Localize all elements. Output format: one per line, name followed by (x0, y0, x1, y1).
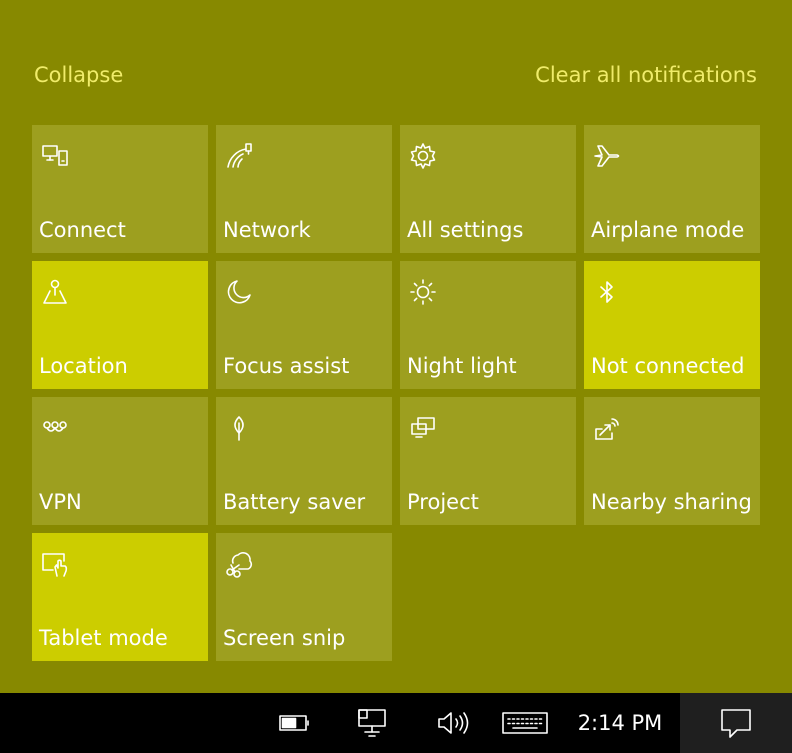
tile-connect[interactable]: Connect (32, 125, 208, 253)
taskbar-clock[interactable]: 2:14 PM (568, 707, 672, 739)
notification-center-button[interactable] (680, 693, 792, 753)
tile-label: Network (223, 218, 311, 242)
tile-label: Airplane mode (591, 218, 745, 242)
bluetooth-icon (590, 275, 624, 309)
tile-label: Night light (407, 354, 517, 378)
battery-saver-icon (222, 411, 256, 445)
airplane-icon (590, 139, 624, 173)
keyboard-icon[interactable] (500, 706, 550, 740)
vpn-icon (38, 411, 72, 445)
network-icon[interactable] (354, 706, 392, 740)
connect-icon (38, 139, 72, 173)
tile-label: Battery saver (223, 490, 366, 514)
sun-icon (406, 275, 440, 309)
tile-label: Focus assist (223, 354, 350, 378)
tile-network[interactable]: Network (216, 125, 392, 253)
tile-label: Tablet mode (39, 626, 168, 650)
tile-all-settings[interactable]: All settings (400, 125, 576, 253)
tile-bluetooth[interactable]: Not connected (584, 261, 760, 389)
collapse-link[interactable]: Collapse (34, 60, 123, 90)
nearby-sharing-icon (590, 411, 624, 445)
tile-label: VPN (39, 490, 82, 514)
moon-icon (222, 275, 256, 309)
tile-label: Connect (39, 218, 126, 242)
volume-icon[interactable] (434, 706, 472, 740)
tile-label: Not connected (591, 354, 745, 378)
quick-actions-grid: Connect Network All settings Airplane mo… (32, 125, 760, 661)
tile-vpn[interactable]: VPN (32, 397, 208, 525)
gear-icon (406, 139, 440, 173)
battery-icon[interactable] (278, 706, 312, 740)
tile-battery-saver[interactable]: Battery saver (216, 397, 392, 525)
tile-airplane-mode[interactable]: Airplane mode (584, 125, 760, 253)
project-icon (406, 411, 440, 445)
tile-label: Screen snip (223, 626, 346, 650)
tablet-mode-icon (38, 547, 72, 581)
notification-icon (719, 707, 753, 739)
tile-focus-assist[interactable]: Focus assist (216, 261, 392, 389)
location-icon (38, 275, 72, 309)
screen-snip-icon (222, 547, 256, 581)
tile-label: Location (39, 354, 128, 378)
tile-location[interactable]: Location (32, 261, 208, 389)
tile-nearby-sharing[interactable]: Nearby sharing (584, 397, 760, 525)
network-icon (222, 139, 256, 173)
tile-night-light[interactable]: Night light (400, 261, 576, 389)
tile-label: Nearby sharing (591, 490, 752, 514)
tile-label: All settings (407, 218, 524, 242)
action-center-panel: Collapse Clear all notifications Connect… (0, 0, 792, 693)
clear-all-notifications-link[interactable]: Clear all notifications (535, 60, 757, 90)
tile-label: Project (407, 490, 479, 514)
tile-screen-snip[interactable]: Screen snip (216, 533, 392, 661)
taskbar: 2:14 PM (0, 693, 792, 753)
tile-project[interactable]: Project (400, 397, 576, 525)
tile-tablet-mode[interactable]: Tablet mode (32, 533, 208, 661)
